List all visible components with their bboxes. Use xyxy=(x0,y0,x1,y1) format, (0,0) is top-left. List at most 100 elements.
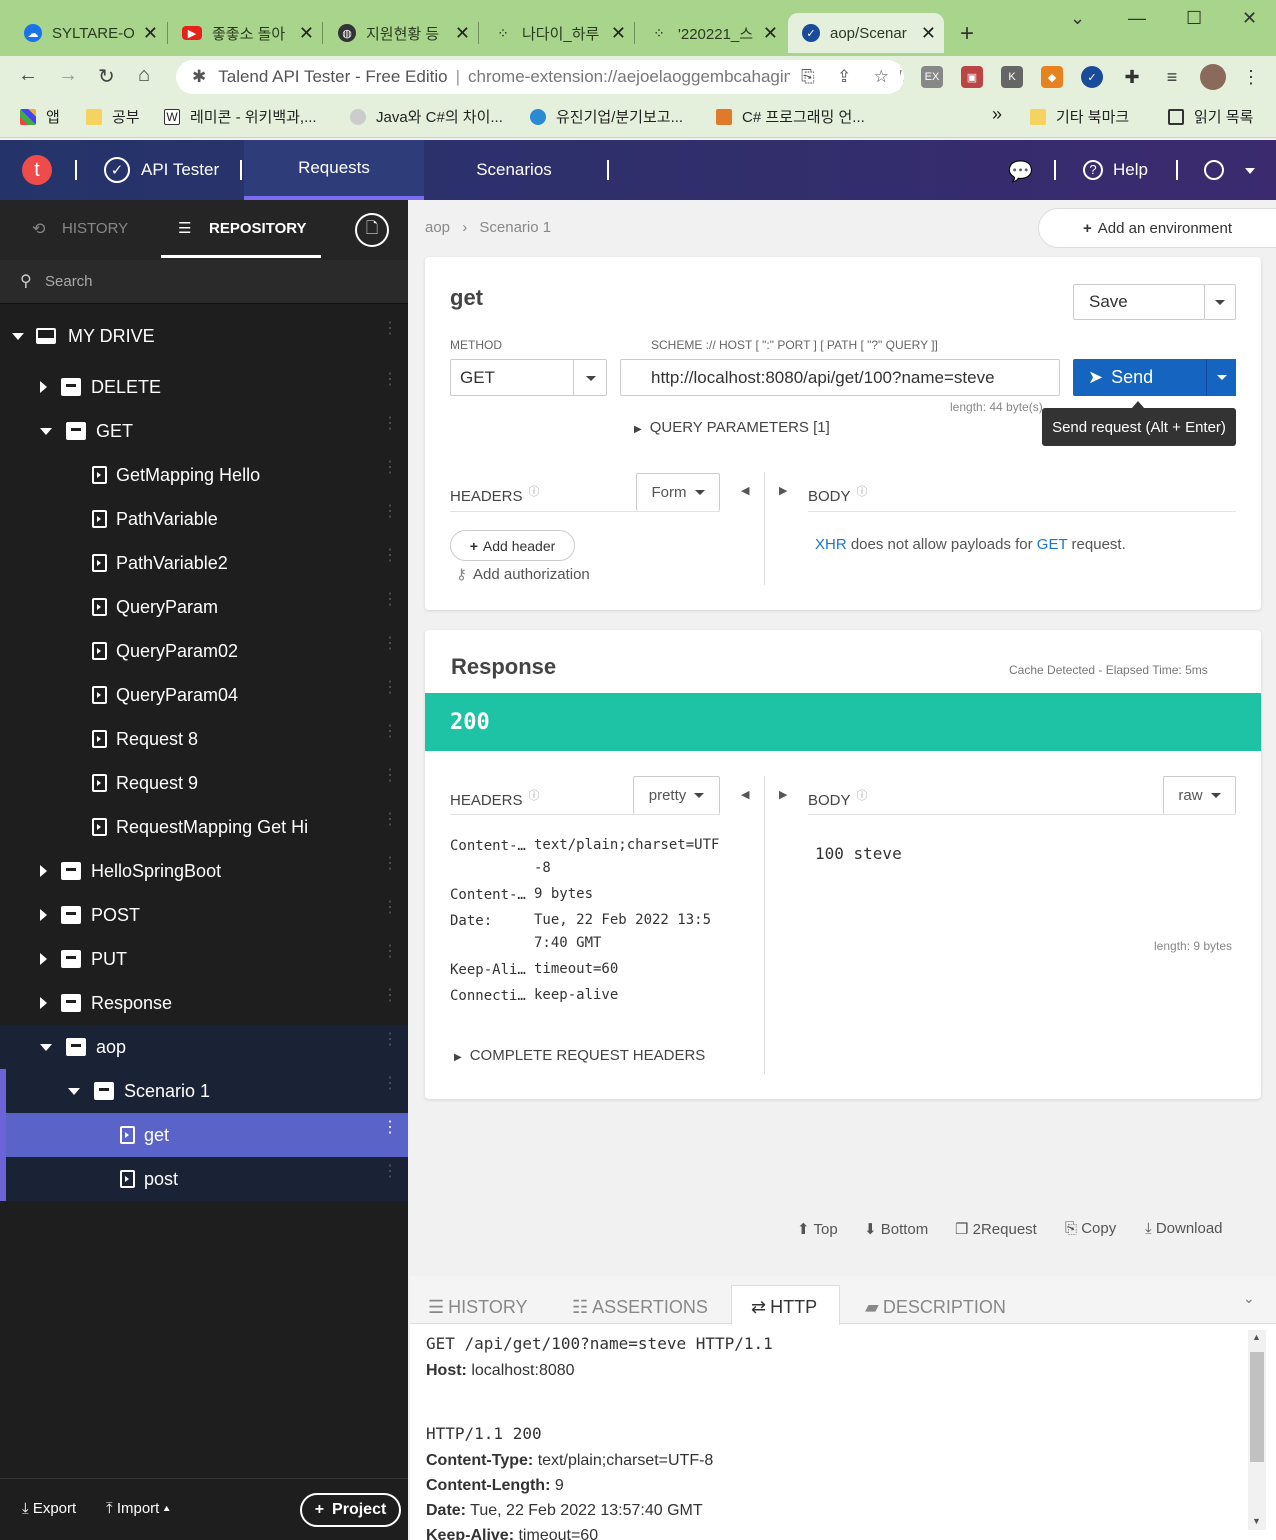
url-input[interactable]: http://localhost:8080/api/get/100?name=s… xyxy=(620,359,1060,396)
caret-right-icon[interactable] xyxy=(40,865,47,877)
more-icon[interactable]: ⋮ xyxy=(382,768,398,784)
user-icon[interactable] xyxy=(1204,160,1224,180)
more-icon[interactable]: ⋮ xyxy=(382,724,398,740)
tree-folder-item[interactable]: DELETE ⋮ xyxy=(0,365,408,409)
tree-request-item[interactable]: QueryParam04 ⋮ xyxy=(0,673,408,717)
reload-icon[interactable]: ↻ xyxy=(98,64,115,89)
body-format-select[interactable]: raw xyxy=(1163,776,1236,814)
panel-collapse-icon[interactable]: ⌄ xyxy=(1243,1290,1255,1307)
more-icon[interactable]: ⋮ xyxy=(382,812,398,828)
more-icon[interactable]: ⋮ xyxy=(382,504,398,520)
help-link[interactable]: Help xyxy=(1113,160,1148,180)
new-document-icon[interactable]: 🗋 xyxy=(355,213,389,247)
more-icon[interactable]: ⋮ xyxy=(382,372,398,388)
close-icon[interactable]: ✕ xyxy=(455,23,470,44)
more-icon[interactable]: ⋮ xyxy=(382,856,398,872)
browser-tab[interactable]: ⁘ '220221_스 ✕ xyxy=(636,13,786,53)
export-button[interactable]: ⤓ Export xyxy=(22,1500,76,1517)
bookmark-star-icon[interactable]: ☆ xyxy=(874,67,889,87)
more-icon[interactable]: ⋮ xyxy=(382,988,398,1004)
bookmark-item[interactable]: 유진기업/분기보고... xyxy=(530,106,683,127)
browser-tab[interactable]: ▶ 좋좋소 돌아 ✕ xyxy=(168,13,322,53)
bookmark-folder[interactable]: 공부 xyxy=(86,106,140,127)
copy-button[interactable]: ⎘ Copy xyxy=(1065,1220,1116,1237)
more-icon[interactable]: ⋮ xyxy=(382,900,398,916)
bottom-tab-history[interactable]: ☰ HISTORY xyxy=(428,1287,528,1327)
more-icon[interactable]: ⋮ xyxy=(382,1032,398,1048)
bookmark-apps[interactable]: 앱 xyxy=(20,106,60,127)
minimize-button[interactable]: — xyxy=(1128,8,1146,29)
more-icon[interactable]: ⋮ xyxy=(382,548,398,564)
tree-request-item[interactable]: Request 8 ⋮ xyxy=(0,717,408,761)
more-icon[interactable]: ⋮ xyxy=(382,1164,398,1180)
more-icon[interactable]: ⋮ xyxy=(382,636,398,652)
breadcrumb-root[interactable]: aop xyxy=(425,219,450,236)
more-icon[interactable]: ⋮ xyxy=(382,592,398,608)
tree-folder-item[interactable]: PUT ⋮ xyxy=(0,937,408,981)
tab-search-icon[interactable]: ⌄ xyxy=(1070,8,1085,29)
scroll-down-icon[interactable]: ▼ xyxy=(1252,1516,1261,1526)
tree-folder-item[interactable]: GET ⋮ xyxy=(0,409,408,453)
scrollbar-thumb[interactable] xyxy=(1250,1352,1264,1462)
nav-scenarios[interactable]: Scenarios xyxy=(424,140,604,200)
bottom-tab-description[interactable]: ▰ DESCRIPTION xyxy=(865,1287,1006,1327)
browser-tab[interactable]: ⁘ 나다이_하루 ✕ xyxy=(480,13,634,53)
user-menu-caret-icon[interactable] xyxy=(1245,168,1255,174)
browser-tab-active[interactable]: ✓ aop/Scenar ✕ xyxy=(788,13,944,53)
expand-right-icon[interactable]: ▶ xyxy=(779,484,787,497)
caret-right-icon[interactable] xyxy=(40,381,47,393)
method-select[interactable]: GET xyxy=(450,359,607,396)
send-button[interactable]: ➤ Send xyxy=(1073,359,1206,396)
tree-scenario-item[interactable]: Scenario 1 ⋮ xyxy=(0,1069,408,1113)
collapse-left-icon[interactable]: ◀ xyxy=(741,484,749,497)
extension-k-icon[interactable]: K xyxy=(1001,66,1023,88)
caret-right-icon[interactable] xyxy=(40,997,47,1009)
tree-request-item[interactable]: get ⋮ xyxy=(0,1113,408,1157)
translate-icon[interactable]: ⎘ xyxy=(801,67,815,87)
bookmark-item[interactable]: C# 프로그래밍 언... xyxy=(716,106,865,127)
bookmarks-overflow[interactable]: » xyxy=(992,104,1002,125)
bottom-tab-http[interactable]: ⇄ HTTP xyxy=(751,1287,817,1327)
tree-request-item[interactable]: RequestMapping Get Hi ⋮ xyxy=(0,805,408,849)
tree-folder-item[interactable]: Response ⋮ xyxy=(0,981,408,1025)
maximize-button[interactable]: ☐ xyxy=(1186,8,1202,29)
more-icon[interactable]: ⋮ xyxy=(382,1076,398,1092)
media-icon[interactable]: ≡ xyxy=(1161,66,1183,88)
tree-request-item[interactable]: post ⋮ xyxy=(0,1157,408,1201)
tree-folder-item[interactable]: HelloSpringBoot ⋮ xyxy=(0,849,408,893)
extension-ex-icon[interactable]: EX xyxy=(921,66,943,88)
send-dropdown-button[interactable] xyxy=(1206,359,1236,396)
close-icon[interactable]: ✕ xyxy=(611,23,626,44)
collapse-left-icon[interactable]: ◀ xyxy=(741,788,749,801)
extension-check-icon[interactable]: ✓ xyxy=(1081,66,1103,88)
scrollbar[interactable]: ▲ ▼ xyxy=(1248,1330,1266,1530)
caret-down-icon[interactable] xyxy=(68,1087,80,1095)
home-icon[interactable]: ⌂ xyxy=(138,64,150,87)
chat-icon[interactable]: 💬 xyxy=(1008,159,1033,184)
tree-request-item[interactable]: PathVariable2 ⋮ xyxy=(0,541,408,585)
add-authorization-link[interactable]: ⚷ Add authorization xyxy=(456,565,590,583)
bottom-tab-assertions[interactable]: ☷ ASSERTIONS xyxy=(572,1287,708,1327)
save-dropdown-button[interactable] xyxy=(1204,284,1236,320)
tree-folder-item[interactable]: aop ⋮ xyxy=(0,1025,408,1069)
browser-tab[interactable]: ☁ SYLTARE-O ✕ xyxy=(10,13,166,53)
expand-right-icon[interactable]: ▶ xyxy=(779,788,787,801)
search-box[interactable]: ⚲ Search xyxy=(0,260,408,304)
reading-list[interactable]: 읽기 목록 xyxy=(1168,106,1253,127)
more-icon[interactable]: ⋮ xyxy=(382,944,398,960)
back-icon[interactable]: ← xyxy=(18,64,38,87)
more-icon[interactable]: ⋮ xyxy=(382,321,398,337)
drive-root[interactable]: MY DRIVE ⋮ xyxy=(0,314,408,358)
share-icon[interactable]: ⇪ xyxy=(837,67,851,87)
add-header-button[interactable]: + Add header xyxy=(450,530,575,561)
extensions-puzzle-icon[interactable]: ✚ xyxy=(1121,66,1143,88)
save-button[interactable]: Save xyxy=(1073,284,1205,320)
close-icon[interactable]: ✕ xyxy=(299,23,314,44)
menu-kebab-icon[interactable]: ⋮ xyxy=(1240,66,1262,88)
scroll-top-button[interactable]: ⬆ Top xyxy=(797,1220,838,1238)
bookmark-item[interactable]: Java와 C#의 차이... xyxy=(350,106,503,127)
tree-request-item[interactable]: Request 9 ⋮ xyxy=(0,761,408,805)
bookmark-folder-other[interactable]: 기타 북마크 xyxy=(1030,106,1129,127)
nav-requests[interactable]: Requests xyxy=(244,140,424,200)
headers-format-select[interactable]: pretty xyxy=(633,776,720,814)
